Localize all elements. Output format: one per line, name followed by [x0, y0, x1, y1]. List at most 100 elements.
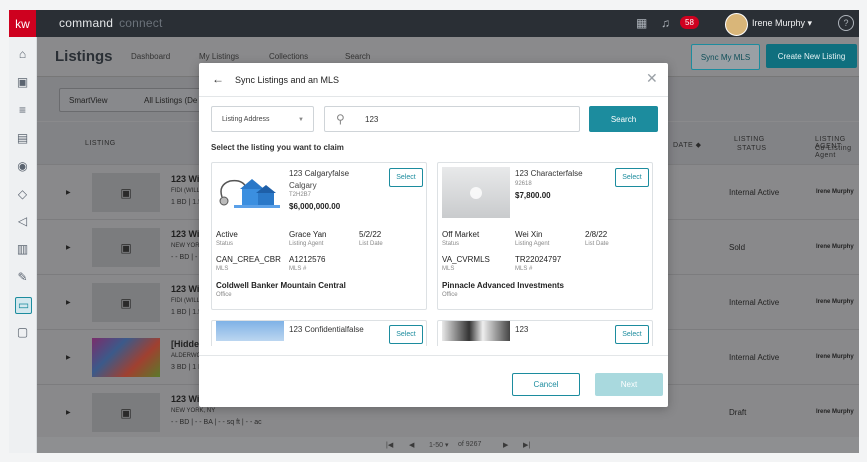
house-placeholder-image	[470, 187, 482, 199]
cancel-button[interactable]: Cancel	[512, 373, 580, 396]
expand-icon[interactable]: ▶	[66, 189, 71, 196]
create-new-listing-button[interactable]: Create New Listing	[766, 44, 857, 68]
close-icon[interactable]: ✕	[646, 70, 658, 87]
col-listing[interactable]: LISTING	[85, 140, 116, 147]
row-details: - - BD | -	[171, 254, 198, 261]
contacts-icon[interactable]: ▣	[15, 75, 30, 90]
tasks-icon[interactable]: ≡	[15, 103, 30, 118]
megaphone-icon[interactable]: ◁	[15, 214, 30, 229]
tab-search[interactable]: Search	[345, 52, 370, 61]
calendar-icon[interactable]: ▦	[636, 16, 647, 30]
row-agent: Irene Murphy	[816, 189, 854, 195]
last-page-icon[interactable]: ▶|	[523, 441, 530, 449]
chart-icon[interactable]: ▥	[15, 242, 30, 257]
select-button[interactable]: Select	[615, 325, 649, 344]
house-stethoscope-image	[219, 179, 280, 208]
expand-icon[interactable]: ▶	[66, 299, 71, 306]
avatar[interactable]	[725, 13, 748, 36]
listing-results[interactable]: 123 Calgaryfalse Calgary T2H2B7 $6,000,0…	[211, 162, 658, 346]
tab-dashboard[interactable]: Dashboard	[131, 52, 170, 61]
card-mls-label: MLS	[442, 266, 455, 272]
listing-photo	[442, 167, 510, 218]
card-office-label: Office	[442, 292, 458, 298]
search-icon: ⚲	[336, 112, 345, 126]
image-placeholder-icon: ▣	[92, 283, 160, 322]
row-sub: ALDERWO	[171, 353, 202, 359]
card-agent: Grace Yan	[289, 230, 327, 239]
pagination: |◀ ◀ 1-50 ▾ of 9267 ▶ ▶|	[37, 437, 859, 453]
card-zip: T2H2B7	[289, 192, 312, 198]
col-status-2: STATUS	[737, 145, 767, 152]
back-arrow-icon[interactable]: ←	[212, 72, 224, 86]
card-address: 123 Calgaryfalse	[289, 169, 350, 178]
handshake-icon[interactable]: ◇	[15, 187, 30, 202]
tab-collections[interactable]: Collections	[269, 52, 308, 61]
page-total: of 9267	[458, 441, 482, 448]
sync-my-mls-button[interactable]: Sync My MLS	[691, 44, 760, 70]
col-coagent: Co-Listing Agent	[815, 145, 852, 159]
page-range-select[interactable]: 1-50 ▾	[429, 441, 448, 449]
card-list-date-label: List Date	[359, 241, 383, 247]
expand-icon[interactable]: ▶	[66, 244, 71, 251]
col-date[interactable]: DATE ◆	[673, 141, 701, 149]
image-placeholder-icon: ▣	[92, 228, 160, 267]
help-icon[interactable]: ?	[838, 15, 854, 31]
card-status: Off Market	[442, 230, 480, 239]
app-sub: connect	[119, 16, 163, 30]
select-button[interactable]: Select	[615, 168, 649, 187]
listing-card[interactable]: 123 Calgaryfalse Calgary T2H2B7 $6,000,0…	[211, 162, 427, 310]
card-status-label: Status	[216, 241, 234, 247]
card-status: Active	[216, 230, 238, 239]
search-input[interactable]	[365, 112, 565, 126]
listing-card[interactable]: 123 Select	[437, 320, 653, 346]
home-icon[interactable]: ⌂	[15, 47, 30, 62]
chevron-down-icon: ▾	[807, 18, 813, 28]
next-page-icon[interactable]: ▶	[503, 441, 508, 449]
listing-card[interactable]: 123 Confidentialfalse Select	[211, 320, 427, 346]
app-window: kw command connect ▦ ♫ 58 Irene Murphy ▾ …	[9, 10, 859, 453]
listing-card[interactable]: 123 Characterfalse 92618 $7,800.00 Selec…	[437, 162, 653, 310]
card-office: Pinnacle Advanced Investments	[442, 281, 564, 290]
top-bar: kw command connect ▦ ♫ 58 Irene Murphy ▾ …	[9, 10, 859, 37]
listing-photo	[216, 321, 284, 341]
search-input-wrapper[interactable]: ⚲	[324, 106, 580, 132]
person-icon[interactable]: ◉	[15, 159, 30, 174]
expand-icon[interactable]: ▶	[66, 354, 71, 361]
bell-icon[interactable]: ♫	[661, 16, 670, 30]
first-page-icon[interactable]: |◀	[386, 441, 393, 449]
card-status-label: Status	[442, 241, 460, 247]
row-agent: Irene Murphy	[816, 354, 854, 360]
image-placeholder-icon: ▣	[92, 173, 160, 212]
listings-stack-icon[interactable]: ▢	[15, 325, 30, 340]
user-name[interactable]: Irene Murphy ▾	[752, 18, 812, 29]
row-sub: NEW YORK, NY	[171, 408, 216, 414]
tab-my-listings[interactable]: My Listings	[199, 52, 239, 61]
app-brand: command connect	[59, 16, 163, 30]
next-button[interactable]: Next	[595, 373, 663, 396]
edit-icon[interactable]: ✎	[15, 270, 30, 285]
modal-header: ← Sync Listings and an MLS ✕	[199, 63, 668, 97]
prev-page-icon[interactable]: ◀	[409, 441, 414, 449]
expand-icon[interactable]: ▶	[66, 409, 71, 416]
modal-footer: Cancel Next	[199, 355, 668, 407]
card-price: $6,000,000.00	[289, 202, 341, 211]
select-button[interactable]: Select	[389, 168, 423, 187]
listing-photo	[216, 167, 284, 218]
card-mls: VA_CVRMLS	[442, 255, 490, 264]
row-status: Draft	[729, 408, 747, 417]
listing-photo	[442, 321, 510, 341]
app-name: command	[59, 16, 114, 30]
search-type-select[interactable]: Listing Address ▼	[211, 106, 314, 132]
row-status: Internal Active	[729, 353, 780, 362]
notes-icon[interactable]: ▤	[15, 131, 30, 146]
card-address: 123 Characterfalse	[515, 169, 583, 178]
kw-logo[interactable]: kw	[9, 10, 36, 37]
notification-badge: 58	[680, 16, 699, 29]
search-button[interactable]: Search	[589, 106, 658, 132]
select-button[interactable]: Select	[389, 325, 423, 344]
col-status[interactable]: LISTING	[734, 136, 765, 143]
listings-icon[interactable]: ▭	[15, 297, 32, 314]
card-mls-number: A1212576	[289, 255, 326, 264]
card-mls-label: MLS	[216, 266, 229, 272]
image-placeholder-icon: ▣	[92, 393, 160, 432]
